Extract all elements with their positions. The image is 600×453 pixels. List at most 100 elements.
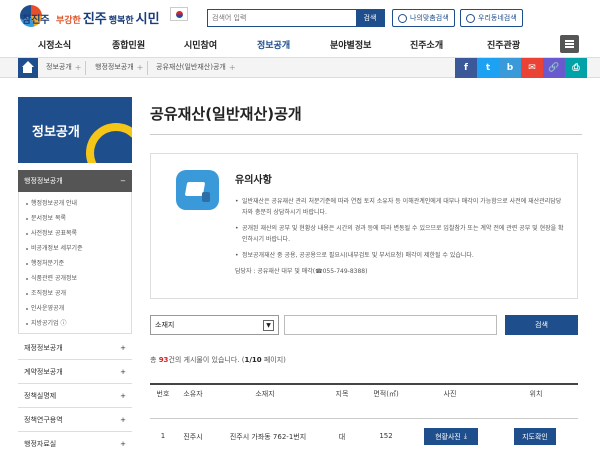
my-custom-search-button[interactable]: 나의맞춤검색	[392, 9, 455, 27]
select-value: 소재지	[155, 321, 175, 329]
sidebar-subitem[interactable]: 인사운영공개	[19, 301, 131, 316]
sidebar-subitem[interactable]: 사전정보 공표목록	[19, 226, 131, 241]
logo-slogan: 부강한 진주 행복한 시민	[56, 8, 160, 27]
sidebar-subitem[interactable]: 비공개정보 세부기준	[19, 241, 131, 256]
search-input[interactable]	[208, 10, 356, 26]
plus-icon: +	[228, 62, 236, 72]
table-cell-category: 대	[338, 433, 346, 441]
header-search: 검색	[207, 9, 385, 27]
sidebar-subitem[interactable]: 지방공기업 ⓘ	[19, 316, 131, 331]
table-cell-owner: 진주시	[183, 433, 203, 441]
plus-icon: +	[136, 62, 144, 72]
blog-icon[interactable]: b	[499, 58, 521, 78]
notice-box: 유의사항 일반재산은 공유재산 관리 처분기준에 따라 연접 토지 소유자 등 …	[150, 153, 578, 299]
page-indicator: 1/10	[244, 356, 262, 364]
slogan-word: 부강한	[56, 15, 81, 26]
sidebar-item[interactable]: 정책연구용역 +	[18, 408, 132, 432]
user-icon	[398, 13, 407, 23]
nav-item-about-jinju[interactable]: 진주소개	[410, 38, 443, 51]
quick-button-label: 나의맞춤검색	[410, 14, 449, 22]
table-header-category: 지목	[335, 390, 349, 398]
site-logo[interactable]: 참진주 부강한 진주 행복한 시민	[18, 2, 186, 32]
nav-item-city-news[interactable]: 시정소식	[38, 38, 71, 51]
nav-item-participation[interactable]: 시민참여	[184, 38, 217, 51]
sidebar-item-label: 정책실명제	[24, 391, 57, 400]
neighborhood-search-button[interactable]: 우리동네검색	[460, 9, 523, 27]
nav-item-civil-service[interactable]: 종합민원	[112, 38, 145, 51]
sidebar-subitem[interactable]: 행정처분기준	[19, 256, 131, 271]
sidebar-subitem[interactable]: 조직정보 공개	[19, 286, 131, 301]
notice-bullet: 정보공개재산 중 공용, 공공용으로 필요시(내부검토 및 부서요청) 매각이 …	[235, 250, 565, 261]
breadcrumb-item[interactable]: 정보공개 +	[46, 62, 81, 72]
mail-icon[interactable]: ✉	[521, 58, 543, 78]
korean-flag-icon	[170, 7, 188, 21]
keyword-input[interactable]	[284, 315, 497, 335]
sidebar-item-admin-info[interactable]: 행정정보공개 −	[18, 170, 132, 192]
notice-title: 유의사항	[235, 175, 272, 186]
link-icon[interactable]: 🔗	[543, 58, 565, 78]
quick-button-label: 우리동네검색	[478, 14, 517, 22]
nav-item-info-disclosure[interactable]: 정보공개	[257, 38, 290, 51]
list-search-button[interactable]: 검색	[505, 315, 578, 335]
collapse-icon: −	[120, 177, 126, 185]
search-field-select[interactable]: 소재지 ▼	[150, 315, 279, 335]
download-icon: ⤓	[463, 432, 467, 440]
expand-icon: +	[120, 439, 126, 448]
nav-item-tourism[interactable]: 진주관광	[487, 38, 520, 51]
table-header-map: 위치	[529, 390, 543, 398]
site-header: 참진주 부강한 진주 행복한 시민 검색 나의맞춤검색 우리동네검색	[0, 0, 600, 34]
sidebar-subitem[interactable]: 식품관련 공개정보	[19, 271, 131, 286]
sidebar-subitem[interactable]: 문서정보 목록	[19, 211, 131, 226]
page-title: 공유재산(일반재산)공개	[150, 105, 302, 123]
map-view-button[interactable]: 지도확인	[514, 428, 556, 445]
sidebar-item-label: 행정자료실	[24, 439, 57, 448]
table-top-border	[150, 383, 578, 385]
table-header-area: 면적(㎡)	[373, 390, 399, 398]
breadcrumb: 정보공개 + 행정정보공개 + 공유재산(일반재산)공개 + f t b ✉ 🔗 ⎙	[0, 58, 600, 78]
breadcrumb-item[interactable]: 행정정보공개 +	[95, 62, 143, 72]
expand-icon: +	[120, 367, 126, 376]
sidebar-item[interactable]: 행정자료실 +	[18, 432, 132, 453]
sidebar-item[interactable]: 계약정보공개 +	[18, 360, 132, 384]
table-header-photo: 사진	[443, 390, 457, 398]
table-header-owner: 소유자	[183, 390, 203, 398]
sidebar-banner: 정보공개	[18, 97, 132, 163]
sidebar-sublist: 행정정보공개 안내 문서정보 목록 사전정보 공표목록 비공개정보 세부기준 행정처분기…	[18, 192, 132, 334]
table-cell-no: 1	[160, 432, 166, 440]
facebook-icon[interactable]: f	[455, 58, 477, 78]
sidebar-item-label: 정책연구용역	[24, 415, 63, 424]
main-nav: 시정소식 종합민원 시민참여 정보공개 분야별정보 진주소개 진주관광	[0, 34, 600, 58]
breadcrumb-item-current[interactable]: 공유재산(일반재산)공개 +	[156, 62, 236, 72]
logo-text: 참진주	[22, 15, 50, 26]
notice-bullet: 공개된 재산의 공부 및 현황상 내용은 시간의 경과 등에 따라 변동될 수 …	[235, 223, 565, 245]
sidebar-item-label: 재정정보공개	[24, 343, 63, 352]
expand-icon: +	[120, 391, 126, 400]
sidebar-item-label: 계약정보공개	[24, 367, 63, 376]
chevron-down-icon: ▼	[263, 319, 274, 331]
search-button[interactable]: 검색	[356, 10, 384, 26]
notice-body: 일반재산은 공유재산 관리 처분기준에 따라 연접 토지 소유자 등 이해관계인…	[235, 196, 565, 277]
expand-icon: +	[120, 415, 126, 424]
notice-bullet: 일반재산은 공유재산 관리 처분기준에 따라 연접 토지 소유자 등 이해관계인…	[235, 196, 565, 218]
expand-icon: +	[120, 343, 126, 352]
sidebar-subitem[interactable]: 행정정보공개 안내	[19, 196, 131, 211]
map-pin-icon	[466, 13, 475, 23]
photo-view-button[interactable]: 현황사진 ⤓	[424, 428, 478, 445]
sidebar-item[interactable]: 정책실명제 +	[18, 384, 132, 408]
table-cell-location: 진주시 가좌동 762-1번지	[229, 433, 307, 441]
nav-item-field-info[interactable]: 분야별정보	[330, 38, 371, 51]
twitter-icon[interactable]: t	[477, 58, 499, 78]
megaphone-icon	[176, 170, 219, 210]
sidebar-item[interactable]: 재정정보공개 +	[18, 336, 132, 360]
table-header-location: 소재지	[255, 390, 275, 398]
print-icon[interactable]: ⎙	[565, 58, 587, 78]
home-icon[interactable]	[18, 58, 38, 78]
sidebar-banner-title: 정보공개	[32, 125, 80, 140]
table-cell-area: 152	[379, 432, 393, 440]
logo-mark: 참진주	[18, 3, 52, 31]
hamburger-menu-icon[interactable]	[560, 35, 579, 53]
decorative-arc	[86, 123, 132, 163]
result-count: 총 93건의 게시물이 있습니다. (1/10 페이지)	[150, 356, 286, 364]
plus-icon: +	[74, 62, 82, 72]
slogan-word: 행복한	[108, 15, 134, 26]
